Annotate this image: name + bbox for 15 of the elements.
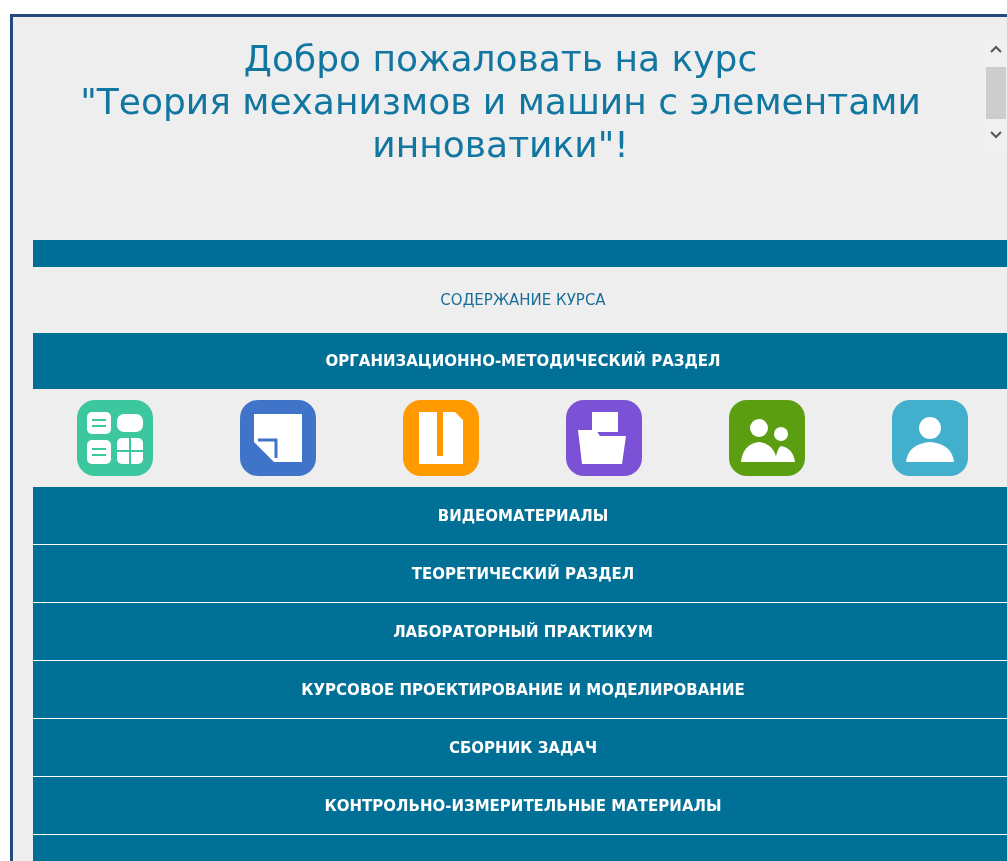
calculator-icon[interactable] <box>76 400 153 476</box>
note-icon[interactable] <box>239 400 316 476</box>
folder-icon[interactable] <box>565 400 642 476</box>
users-icon[interactable] <box>728 400 805 476</box>
zip-file-icon[interactable] <box>402 400 479 476</box>
section-link[interactable]: КУРСОВОЕ ПРОЕКТИРОВАНИЕ И МОДЕЛИРОВАНИЕ <box>33 661 1007 719</box>
contents-heading: СОДЕРЖАНИЕ КУРСА <box>440 291 606 309</box>
section-link[interactable]: ОРГАНИЗАЦИОННО-МЕТОДИЧЕСКИЙ РАЗДЕЛ <box>33 333 1007 389</box>
section-link[interactable]: КОНТРОЛЬНО-ИЗМЕРИТЕЛЬНЫЕ МАТЕРИАЛЫ <box>33 777 1007 835</box>
section-link[interactable]: ТЕОРЕТИЧЕСКИЙ РАЗДЕЛ <box>33 545 1007 603</box>
section-link[interactable]: ЛАБОРАТОРНЫЙ ПРАКТИКУМ <box>33 603 1007 661</box>
section-link[interactable]: ВИДЕОМАТЕРИАЛЫ <box>33 487 1007 545</box>
section-link[interactable]: СБОРНИК ЗАДАЧ <box>33 719 1007 777</box>
user-icon[interactable] <box>891 400 968 476</box>
welcome-title: Добро пожаловать на курс "Теория механизмов и машин с элементами инноватики"! <box>79 37 922 166</box>
